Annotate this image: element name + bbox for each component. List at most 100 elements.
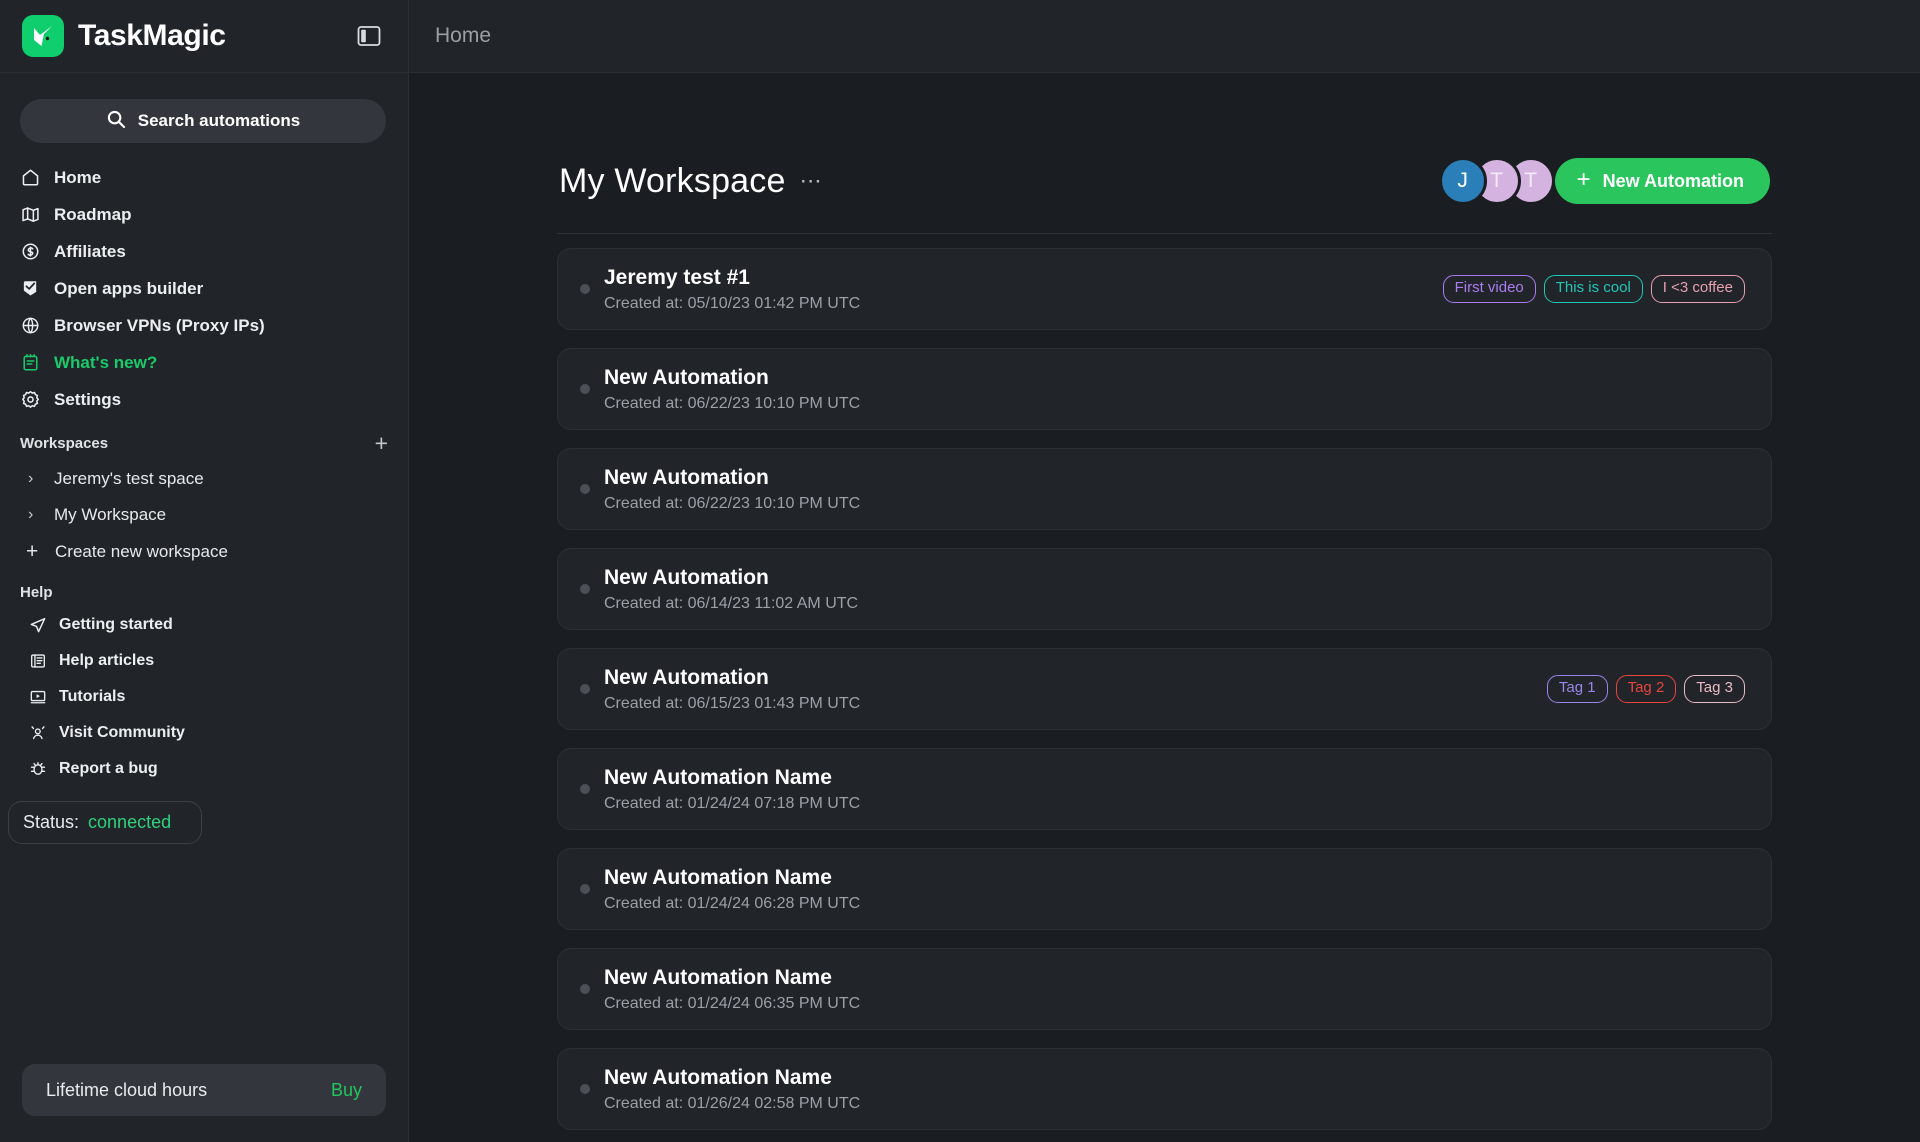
lifetime-cloud-hours-bar[interactable]: Lifetime cloud hours Buy (22, 1064, 386, 1116)
avatar[interactable]: J (1438, 157, 1487, 205)
tag-chip[interactable]: I <3 coffee (1650, 275, 1745, 303)
globe-icon (20, 315, 41, 336)
status-badge: Status: connected (8, 801, 202, 844)
automation-row[interactable]: New Automation Name Created at: 01/26/24 … (557, 1048, 1772, 1130)
automation-row[interactable]: New Automation Created at: 06/15/23 01:43… (557, 648, 1772, 730)
paper-plane-icon (28, 615, 48, 635)
automation-row[interactable]: New Automation Created at: 06/14/23 11:02… (557, 548, 1772, 630)
sidebar-item-home-label: Home (54, 167, 102, 187)
sidebar-item-report-a-bug[interactable]: Report a bug (0, 751, 408, 787)
gear-icon (20, 389, 41, 410)
status-dot-icon (580, 384, 590, 394)
ellipsis-icon[interactable]: ⋯ (800, 170, 823, 192)
sidebar-toggle-icon[interactable] (356, 23, 382, 49)
lifetime-cloud-hours-label: Lifetime cloud hours (46, 1079, 208, 1100)
automation-text: New Automation Name Created at: 01/24/24 … (604, 865, 860, 913)
sidebar-item-settings-label: Settings (54, 389, 122, 409)
automation-row[interactable]: New Automation Created at: 06/22/23 10:10… (557, 348, 1772, 430)
sidebar-item-whats-new-label: What's new? (54, 352, 158, 372)
automation-tags: Tag 1 Tag 2 Tag 3 (1546, 675, 1745, 703)
sidebar-item-home[interactable]: Home (0, 159, 408, 196)
tag-chip[interactable]: Tag 1 (1546, 675, 1608, 703)
automation-created-at: Created at: 01/24/24 07:18 PM UTC (604, 795, 861, 813)
new-automation-button[interactable]: + New Automation (1554, 158, 1770, 204)
automation-row[interactable]: Jeremy test #1 Created at: 05/10/23 01:42… (557, 248, 1772, 330)
brand-area: TaskMagic (0, 0, 408, 72)
automation-created-at: Created at: 01/24/24 06:28 PM UTC (604, 895, 861, 913)
automation-created-at: Created at: 05/10/23 01:42 PM UTC (604, 295, 861, 313)
status-dot-icon (580, 1084, 590, 1094)
breadcrumb-bar: Home (408, 0, 1920, 72)
status-dot-icon (580, 784, 590, 794)
automation-row[interactable]: New Automation Created at: 06/22/23 10:10… (557, 448, 1772, 530)
add-workspace-plus-icon[interactable]: + (375, 432, 388, 455)
primary-nav: Home Roadmap Affiliates Open apps builde… (0, 159, 408, 418)
workspace-item-my-workspace[interactable]: › My Workspace (0, 497, 408, 533)
create-new-workspace-button[interactable]: + Create new workspace (0, 533, 408, 570)
sidebar-item-roadmap[interactable]: Roadmap (0, 196, 408, 233)
taskmagic-logo-icon (22, 15, 64, 57)
workspaces-section-heading: Workspaces + (0, 418, 408, 461)
automation-text: New Automation Name Created at: 01/24/24 … (604, 965, 860, 1013)
sidebar-item-roadmap-label: Roadmap (54, 204, 132, 224)
home-icon (20, 167, 41, 188)
sidebar-item-settings[interactable]: Settings (0, 381, 408, 418)
help-section-heading: Help (0, 570, 408, 607)
notepad-icon (20, 352, 41, 373)
breadcrumb[interactable]: Home (435, 24, 491, 48)
automation-title: Jeremy test #1 (604, 265, 750, 289)
sidebar-item-help-articles-label: Help articles (59, 652, 155, 669)
automation-text: Jeremy test #1 Created at: 05/10/23 01:42… (604, 265, 860, 313)
status-dot-icon (580, 884, 590, 894)
tag-chip[interactable]: This is cool (1543, 275, 1643, 303)
automation-row[interactable]: New Automation Name Created at: 01/24/24 … (557, 948, 1772, 1030)
automation-row[interactable]: New Automation Name Created at: 01/24/24 … (557, 748, 1772, 830)
map-icon (20, 204, 41, 225)
tag-chip[interactable]: Tag 3 (1684, 675, 1745, 703)
automation-text: New Automation Created at: 06/22/23 10:10… (604, 365, 860, 413)
sidebar-item-whats-new[interactable]: What's new? (0, 344, 408, 381)
sidebar-item-visit-community[interactable]: Visit Community (0, 715, 408, 751)
sidebar-item-open-apps-builder[interactable]: Open apps builder (0, 270, 408, 307)
dollar-circle-icon (20, 241, 41, 262)
automation-title: New Automation Name (604, 965, 832, 989)
status-dot-icon (580, 984, 590, 994)
new-automation-label: New Automation (1602, 170, 1744, 191)
automation-row[interactable]: New Automation Name Created at: 01/24/24 … (557, 848, 1772, 930)
automation-tags: First video This is cool I <3 coffee (1442, 275, 1745, 303)
status-dot-icon (580, 284, 590, 294)
sidebar-item-affiliates[interactable]: Affiliates (0, 233, 408, 270)
workspace-header: My Workspace ⋯ JTT + New Automation (557, 157, 1772, 205)
sidebar-item-help-articles[interactable]: Help articles (0, 643, 408, 679)
sidebar: Search automations Home Roadmap Affiliat… (0, 72, 408, 1142)
tag-chip[interactable]: Tag 2 (1615, 675, 1677, 703)
automation-created-at: Created at: 06/14/23 11:02 AM UTC (604, 595, 859, 613)
status-value: connected (88, 812, 172, 832)
automation-title: New Automation (604, 465, 769, 489)
status-dot-icon (580, 584, 590, 594)
automation-title: New Automation Name (604, 865, 832, 889)
automation-text: New Automation Created at: 06/22/23 10:10… (604, 465, 860, 513)
sidebar-item-getting-started-label: Getting started (59, 616, 173, 633)
sidebar-item-browser-vpns[interactable]: Browser VPNs (Proxy IPs) (0, 307, 408, 344)
workspace-item-label: My Workspace (54, 505, 167, 524)
brand-name: TaskMagic (78, 19, 226, 52)
automation-created-at: Created at: 06/22/23 10:10 PM UTC (604, 495, 861, 513)
video-icon (28, 687, 48, 707)
status-dot-icon (580, 484, 590, 494)
sidebar-item-getting-started[interactable]: Getting started (0, 607, 408, 643)
sidebar-item-visit-community-label: Visit Community (59, 724, 185, 741)
automation-created-at: Created at: 01/24/24 06:35 PM UTC (604, 995, 861, 1013)
automation-text: New Automation Name Created at: 01/24/24 … (604, 765, 860, 813)
workspace-item-jeremys-test-space[interactable]: › Jeremy's test space (0, 461, 408, 497)
member-avatars: JTT (1438, 157, 1555, 205)
automations-list: Jeremy test #1 Created at: 05/10/23 01:42… (557, 248, 1772, 1130)
automation-created-at: Created at: 06/15/23 01:43 PM UTC (604, 695, 861, 713)
sidebar-item-tutorials[interactable]: Tutorials (0, 679, 408, 715)
buy-button[interactable]: Buy (331, 1080, 362, 1101)
tag-chip[interactable]: First video (1442, 275, 1536, 303)
automation-text: New Automation Created at: 06/14/23 11:02… (604, 565, 858, 613)
search-automations-button[interactable]: Search automations (20, 99, 386, 143)
create-new-workspace-label: Create new workspace (55, 541, 228, 561)
status-dot-icon (580, 684, 590, 694)
